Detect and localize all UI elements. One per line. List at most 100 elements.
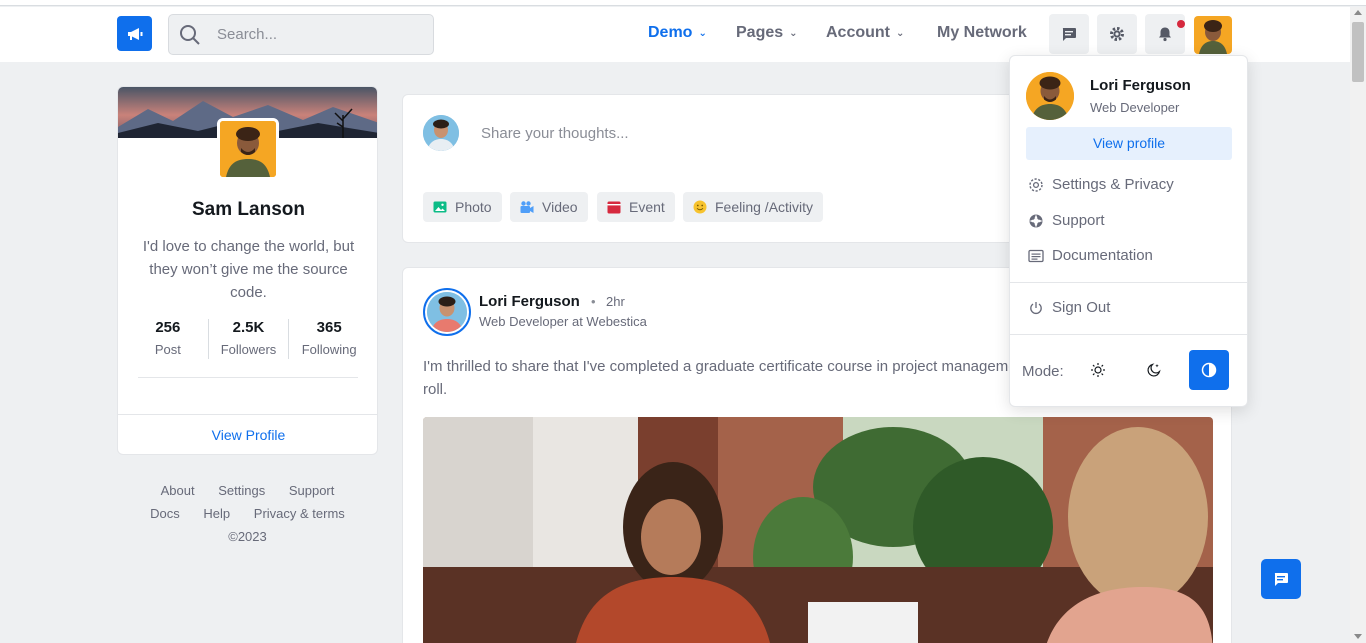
half-circle-icon [1201, 362, 1217, 378]
profile-name: Sam Lanson [192, 199, 305, 220]
view-profile-button[interactable]: View profile [1026, 127, 1232, 160]
moon-stars-icon [1147, 363, 1161, 377]
menu-item-label: Support [1052, 212, 1105, 229]
search-input[interactable] [217, 15, 427, 54]
nav-pages-label: Pages [736, 24, 784, 41]
nav-my-network-label: My Network [937, 24, 1027, 41]
menu-item-label: Documentation [1052, 247, 1153, 264]
event-label: Event [629, 199, 665, 215]
nav-account[interactable]: Account ⌄ [826, 24, 904, 42]
menu-item-documentation[interactable]: Documentation [1028, 247, 1153, 264]
post-time: 2hr [606, 294, 625, 309]
mode-auto-button[interactable] [1189, 350, 1229, 390]
mode-label: Mode: [1022, 363, 1064, 380]
logo[interactable] [117, 16, 152, 51]
stat-following: 365 Following [288, 319, 369, 359]
sun-icon [1091, 363, 1105, 377]
post-image[interactable] [423, 417, 1213, 643]
stat-value: 365 [316, 319, 342, 336]
nav-demo-label: Demo [648, 24, 693, 41]
profile-bio: I'd love to change the world, but they w… [142, 238, 355, 301]
chevron-down-icon: ⌄ [789, 28, 798, 39]
scrollbar-thumb[interactable] [1352, 22, 1364, 82]
search-box[interactable] [168, 14, 434, 55]
profile-card: Sam Lanson I'd love to change the world,… [117, 86, 378, 455]
divider [138, 377, 358, 378]
chat-icon [1274, 573, 1288, 586]
stat-posts: 256 Post [128, 319, 208, 359]
mode-dark-button[interactable] [1134, 350, 1174, 390]
nav-account-label: Account [826, 24, 890, 41]
nav-my-network[interactable]: My Network [937, 24, 1027, 42]
link-help[interactable]: Help [203, 506, 230, 521]
nav-pages[interactable]: Pages ⌄ [736, 24, 798, 42]
divider [1010, 282, 1247, 283]
video-label: Video [542, 199, 578, 215]
profile-dropdown-menu: Lori Ferguson Web Developer View profile… [1009, 55, 1248, 407]
profile-stats: 256 Post 2.5K Followers 365 Following [128, 319, 369, 359]
view-profile-link[interactable]: View Profile [118, 414, 377, 454]
browser-top-strip [0, 0, 1366, 6]
chat-icon [1062, 28, 1076, 41]
stat-value: 256 [155, 319, 181, 336]
gear-icon [1029, 177, 1043, 192]
notifications-button[interactable] [1145, 14, 1185, 54]
feeling-activity-button[interactable]: Feeling /Activity [683, 192, 824, 222]
photo-label: Photo [455, 199, 492, 215]
post-author-avatar[interactable] [423, 288, 471, 336]
settings-button[interactable] [1097, 14, 1137, 54]
stat-label: Post [154, 342, 181, 357]
video-icon [520, 201, 534, 213]
chevron-down-icon: ⌄ [698, 28, 707, 39]
page-scrollbar[interactable] [1350, 7, 1366, 643]
search-icon [180, 25, 200, 45]
share-thoughts-input[interactable]: Share your thoughts... [481, 125, 629, 142]
scroll-up-arrow-icon[interactable] [1354, 10, 1362, 15]
sign-out-label: Sign Out [1052, 299, 1111, 316]
messages-button[interactable] [1049, 14, 1089, 54]
stat-value: 2.5K [232, 319, 265, 336]
copyright: ©2023 [228, 529, 267, 544]
dropdown-user-name: Lori Ferguson [1090, 77, 1191, 94]
navbar: Demo ⌄ Pages ⌄ Account ⌄ My Network [0, 7, 1350, 62]
link-support[interactable]: Support [289, 483, 335, 498]
link-about[interactable]: About [161, 483, 195, 498]
dropdown-user-role: Web Developer [1090, 100, 1180, 115]
stat-label: Following [301, 342, 357, 357]
separator-dot: • [591, 294, 596, 309]
floating-chat-button[interactable] [1261, 559, 1301, 599]
profile-avatar[interactable] [217, 118, 279, 180]
avatar [1194, 16, 1232, 54]
menu-item-label: Settings & Privacy [1052, 176, 1174, 193]
scroll-down-arrow-icon[interactable] [1354, 634, 1362, 639]
megaphone-icon [127, 27, 142, 40]
dropdown-avatar [1026, 72, 1074, 120]
link-settings[interactable]: Settings [218, 483, 265, 498]
link-privacy-terms[interactable]: Privacy & terms [254, 506, 345, 521]
notification-badge [1177, 20, 1185, 28]
chevron-down-icon: ⌄ [896, 28, 905, 39]
stat-followers: 2.5K Followers [207, 319, 289, 359]
image-icon [433, 201, 447, 213]
smiley-icon [693, 200, 707, 214]
gear-icon [1110, 27, 1124, 41]
bell-icon [1159, 27, 1171, 42]
link-docs[interactable]: Docs [150, 506, 180, 521]
footer-links: About Settings Support Docs Help Privacy… [117, 482, 378, 551]
user-avatar-button[interactable] [1194, 16, 1232, 54]
lifebuoy-icon [1029, 214, 1043, 227]
power-icon [1030, 301, 1042, 314]
feeling-activity-label: Feeling /Activity [715, 199, 814, 215]
menu-item-support[interactable]: Support [1028, 212, 1105, 229]
sign-out-button[interactable]: Sign Out [1028, 299, 1110, 316]
nav-demo[interactable]: Demo ⌄ [648, 24, 707, 42]
composer-avatar [423, 115, 459, 151]
photo-button[interactable]: Photo [423, 192, 502, 222]
video-button[interactable]: Video [510, 192, 588, 222]
document-icon [1028, 249, 1044, 262]
post-author-name[interactable]: Lori Ferguson [479, 293, 580, 310]
calendar-icon [607, 201, 621, 214]
mode-light-button[interactable] [1078, 350, 1118, 390]
menu-item-settings-privacy[interactable]: Settings & Privacy [1028, 176, 1174, 193]
event-button[interactable]: Event [597, 192, 675, 222]
